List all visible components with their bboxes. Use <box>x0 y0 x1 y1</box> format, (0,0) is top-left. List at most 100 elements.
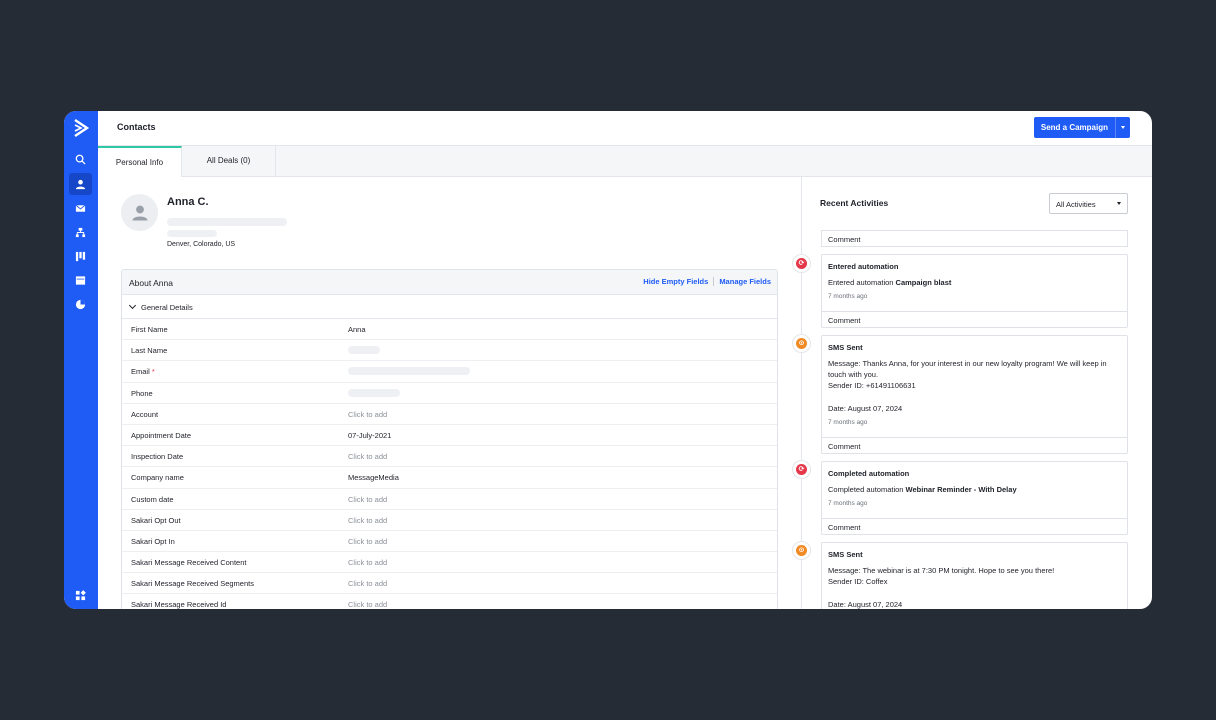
sidebar-item-apps[interactable] <box>69 584 92 606</box>
activity-date: Date: August 07, 2024 <box>828 404 903 413</box>
field-value[interactable]: MessageMedia <box>348 473 399 482</box>
field-row-company-name: Company name MessageMedia <box>122 467 777 489</box>
field-row-sakari-received-segments: Sakari Message Received Segments Click t… <box>122 573 777 595</box>
hide-empty-fields-link[interactable]: Hide Empty Fields <box>643 277 708 286</box>
field-row-appointment-date: Appointment Date 07-July-2021 <box>122 425 777 447</box>
activity-card: SMS Sent Message: The webinar is at 7:30… <box>821 542 1128 609</box>
activity-body: Entered automation Campaign blast <box>828 278 952 287</box>
activity-sender: Sender ID: Coffex <box>828 577 888 586</box>
chevron-down-icon <box>128 301 137 310</box>
divider <box>713 277 715 286</box>
field-row-account: Account Click to add <box>122 404 777 425</box>
skeleton-placeholder <box>167 230 217 237</box>
activity-card: SMS Sent Message: Thanks Anna, for your … <box>821 335 1128 454</box>
activity-date: Date: August 07, 2024 <box>828 600 903 609</box>
activity-title: Entered automation <box>828 262 899 271</box>
sidebar <box>64 111 98 609</box>
tab-all-deals[interactable]: All Deals (0) <box>182 146 276 177</box>
tab-personal-info[interactable]: Personal Info <box>98 146 182 177</box>
activity-title: SMS Sent <box>828 550 863 559</box>
field-value[interactable]: Click to add <box>348 558 387 567</box>
contact-name: Anna C. <box>167 196 209 208</box>
sidebar-item-website[interactable] <box>69 269 92 291</box>
required-mark: * <box>151 367 155 377</box>
sms-timeline-icon: ⊙ <box>792 541 811 560</box>
activity-filter-value: All Activities <box>1056 200 1096 209</box>
comment-button[interactable]: Comment <box>822 518 1127 534</box>
activity-sender: Sender ID: +61491106631 <box>828 381 916 390</box>
field-label: Sakari Message Received Id <box>131 600 227 609</box>
field-value-skeleton[interactable] <box>348 388 400 397</box>
activity-card: Completed automation Completed automatio… <box>821 461 1128 535</box>
field-value[interactable]: Click to add <box>348 452 387 461</box>
field-value-skeleton[interactable] <box>348 346 380 355</box>
sidebar-item-deals[interactable] <box>69 245 92 267</box>
field-label: Last Name <box>131 346 168 356</box>
activity-message: Message: Thanks Anna, for your interest … <box>828 359 1107 379</box>
about-actions: Hide Empty Fields Manage Fields <box>643 277 771 286</box>
field-value[interactable]: Click to add <box>348 410 387 419</box>
field-label: Phone <box>131 388 153 398</box>
automation-name[interactable]: Webinar Reminder - With Delay <box>906 485 1017 494</box>
apps-grid-icon <box>75 589 86 600</box>
sms-icon: ⊙ <box>796 545 807 556</box>
field-row-sakari-received-content: Sakari Message Received Content Click to… <box>122 552 777 574</box>
send-campaign-button[interactable]: Send a Campaign <box>1033 117 1115 138</box>
activity-title: SMS Sent <box>828 343 863 352</box>
activity-body: Completed automation Webinar Reminder - … <box>828 485 1017 494</box>
contact-location: Denver, Colorado, US <box>167 241 236 248</box>
person-icon <box>75 179 86 189</box>
field-row-phone: Phone <box>122 383 777 404</box>
general-details-toggle[interactable]: General Details <box>122 295 777 319</box>
activity-time: 7 months ago <box>828 293 868 300</box>
manage-fields-link[interactable]: Manage Fields <box>719 277 771 286</box>
envelope-icon <box>75 204 86 212</box>
field-row-sakari-opt-out: Sakari Opt Out Click to add <box>122 510 777 531</box>
field-value[interactable]: Click to add <box>348 579 387 588</box>
skeleton-placeholder <box>167 218 287 226</box>
sitemap-icon <box>75 227 86 237</box>
field-value[interactable]: Click to add <box>348 600 387 609</box>
comment-button[interactable]: Comment <box>821 230 1128 247</box>
top-header: Contacts Send a Campaign <box>98 111 1152 146</box>
send-campaign-split-button: Send a Campaign <box>1033 117 1130 138</box>
field-label: Inspection Date <box>131 452 184 462</box>
field-value[interactable]: Click to add <box>348 537 387 546</box>
avatar <box>121 194 158 231</box>
field-row-first-name: First Name Anna <box>122 319 777 341</box>
sidebar-item-reports[interactable] <box>69 293 92 315</box>
pipeline-icon <box>75 251 86 261</box>
sms-icon: ⊙ <box>796 338 807 349</box>
field-label: Email * <box>131 367 155 377</box>
field-value-skeleton[interactable] <box>348 367 470 376</box>
field-row-sakari-opt-in: Sakari Opt In Click to add <box>122 531 777 553</box>
field-value[interactable]: 07-July-2021 <box>348 431 391 440</box>
sidebar-item-campaigns[interactable] <box>69 197 92 219</box>
comment-button[interactable]: Comment <box>822 311 1127 327</box>
field-label: Sakari Opt Out <box>131 515 181 525</box>
field-label: Appointment Date <box>131 430 192 440</box>
field-label: Custom date <box>131 494 174 504</box>
sidebar-item-contacts[interactable] <box>69 173 92 195</box>
automation-name[interactable]: Campaign blast <box>896 278 952 287</box>
activity-time: 7 months ago <box>828 500 868 507</box>
sidebar-item-search[interactable] <box>69 148 92 170</box>
field-label: First Name <box>131 325 168 334</box>
field-row-inspection-date: Inspection Date Click to add <box>122 446 777 468</box>
browser-icon <box>75 275 86 285</box>
field-value[interactable]: Anna <box>348 325 366 334</box>
activity-title: Completed automation <box>828 469 910 478</box>
field-label: Sakari Message Received Content <box>131 558 247 568</box>
field-value[interactable]: Click to add <box>348 516 387 525</box>
caret-down-icon <box>1121 126 1125 129</box>
about-header: About Anna Hide Empty Fields Manage Fiel… <box>122 270 777 295</box>
send-campaign-dropdown[interactable] <box>1115 117 1130 138</box>
about-panel: About Anna Hide Empty Fields Manage Fiel… <box>121 269 778 609</box>
activity-filter-select[interactable]: All Activities <box>1049 193 1128 214</box>
comment-button[interactable]: Comment <box>822 437 1127 453</box>
field-value[interactable]: Click to add <box>348 495 387 504</box>
sidebar-item-automations[interactable] <box>69 221 92 243</box>
automation-icon: ⟳ <box>796 258 807 269</box>
app-window: Contacts Send a Campaign Personal Info A… <box>64 111 1152 609</box>
activecampaign-logo-icon[interactable] <box>73 119 89 137</box>
